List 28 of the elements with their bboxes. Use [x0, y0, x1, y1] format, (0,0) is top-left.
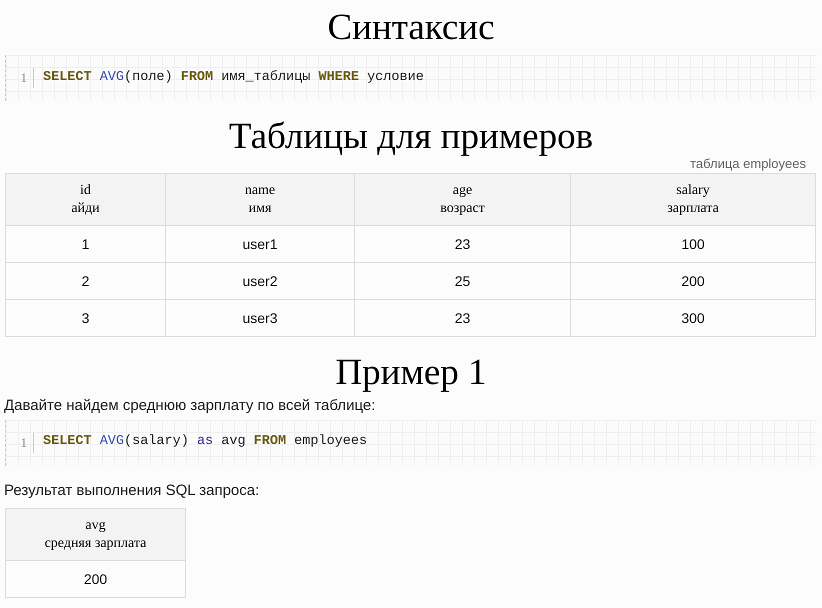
code-line: SELECT AVG(salary) as avg FROM employees: [42, 433, 368, 452]
column-header: salary зарплата: [570, 174, 816, 226]
column-header: avg средняя зарплата: [6, 508, 186, 560]
paragraph: Результат выполнения SQL запроса:: [3, 480, 260, 500]
line-number: 1: [6, 68, 34, 88]
table-cell: user2: [166, 262, 354, 300]
table-cell: 3: [6, 300, 166, 336]
table-cell: 100: [570, 226, 816, 262]
section-heading: Таблицы для примеров: [228, 115, 594, 159]
column-header: age возраст: [354, 174, 570, 226]
section-heading: Пример 1: [334, 351, 488, 395]
table-cell: 200: [6, 560, 186, 598]
table-cell: user3: [166, 300, 354, 336]
table-cell: 200: [570, 262, 816, 300]
table-cell: 23: [354, 300, 570, 336]
section-heading: Синтаксис: [326, 6, 496, 50]
table-cell: 300: [570, 300, 816, 336]
table-cell: 25: [354, 262, 570, 300]
table-caption: таблица employees: [690, 155, 806, 173]
paragraph: Давайте найдем среднюю зарплату по всей таблице:: [3, 396, 376, 416]
code-line: SELECT AVG(поле) FROM имя_таблицы WHERE условие: [42, 68, 424, 87]
table-cell: user1: [166, 226, 354, 262]
table-cell: 1: [6, 226, 166, 262]
column-header: name имя: [166, 174, 354, 226]
table-cell: 2: [6, 262, 166, 300]
column-header: id айди: [6, 174, 166, 226]
line-number: 1: [6, 432, 34, 452]
table-cell: 23: [354, 226, 570, 262]
